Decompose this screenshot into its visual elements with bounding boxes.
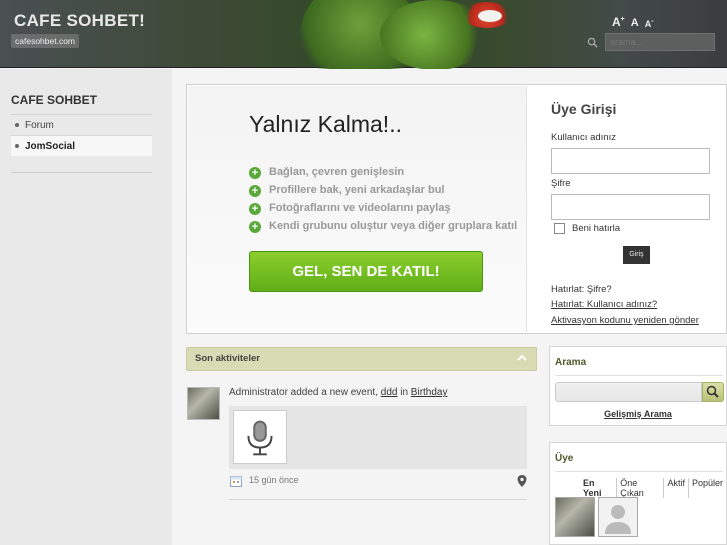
search-icon (706, 385, 719, 398)
calendar-icon (230, 476, 242, 487)
search-module-title: Arama (555, 357, 587, 368)
members-module: Üye En Yeni Öne Çıkan Aktif Popüler (549, 442, 727, 545)
login-button[interactable]: Giriş (623, 246, 650, 264)
font-size-controls: A+ A A- (612, 15, 654, 29)
password-input[interactable] (551, 194, 710, 220)
search-input[interactable] (555, 382, 702, 402)
feature-label: Fotoğraflarını ve videolarını paylaş (269, 202, 451, 214)
font-increase-button[interactable]: A+ (612, 15, 625, 29)
feature-label: Kendi grubunu oluştur veya diğer gruplar… (269, 220, 518, 232)
feature-item: + Kendi grubunu oluştur veya diğer grupla… (249, 220, 524, 233)
bullet-icon (15, 123, 19, 127)
sidebar-item-jomsocial[interactable]: JomSocial (11, 135, 152, 156)
microphone-icon (247, 420, 273, 456)
activity-divider (229, 499, 527, 500)
header-search-input[interactable] (605, 33, 715, 51)
resend-activation-link[interactable]: Aktivasyon kodunu yeniden gönder (551, 315, 699, 326)
main-content: Yalnız Kalma!.. + Bağlan, çevren genişles… (172, 69, 727, 545)
search-icon (587, 37, 598, 48)
sidebar-menu: Forum JomSocial (11, 114, 152, 156)
advanced-search-link[interactable]: Gelişmiş Arama (550, 409, 726, 419)
feature-label: Bağlan, çevren genişlesin (269, 166, 405, 178)
activity-text: Administrator added a new event, ddd in … (229, 387, 447, 398)
avatar[interactable] (187, 387, 220, 420)
feature-label: Profillere bak, yeni arkadaşlar bul (269, 184, 445, 196)
plus-icon: + (249, 221, 261, 233)
search-button[interactable] (702, 382, 724, 402)
activity-time: 15 gün önce (249, 475, 299, 485)
member-avatar[interactable] (598, 497, 638, 537)
plus-icon: + (249, 167, 261, 179)
activity-meta: 15 gün önce (230, 474, 527, 492)
default-avatar-icon (605, 505, 631, 534)
divider (555, 471, 723, 472)
activity-actor[interactable]: Administrator (229, 387, 288, 398)
remember-checkbox[interactable] (554, 223, 565, 234)
font-reset-button[interactable]: A (631, 17, 639, 29)
feature-item: + Fotoğraflarını ve videolarını paylaş (249, 202, 524, 215)
remember-label: Beni hatırla (572, 223, 621, 234)
activity-media (229, 406, 527, 469)
remember-me[interactable]: Beni hatırla (554, 223, 620, 234)
chevron-up-icon[interactable] (516, 352, 528, 364)
feature-item: + Bağlan, çevren genişlesin (249, 166, 524, 179)
remind-username-link[interactable]: Hatırlat: Kullanıcı adınız? (551, 299, 657, 310)
welcome-promo: Yalnız Kalma!.. + Bağlan, çevren genişles… (188, 86, 527, 332)
tab-active[interactable]: Aktif (664, 478, 689, 498)
feature-item: + Profillere bak, yeni arkadaşlar bul (249, 184, 524, 197)
tab-newest[interactable]: En Yeni (580, 478, 618, 498)
password-label: Şifre (551, 178, 571, 189)
activity-header[interactable]: Son aktiviteler (186, 347, 537, 371)
event-thumbnail[interactable] (233, 410, 287, 464)
login-form: Üye Girişi Kullanıcı adınız Şifre Beni h… (551, 101, 726, 326)
join-button[interactable]: GEL, SEN DE KATIL! (249, 251, 483, 292)
member-avatar[interactable] (555, 497, 595, 537)
sidebar-item-label: JomSocial (25, 140, 76, 152)
site-title[interactable]: CAFE SOHBET! (14, 11, 145, 31)
sidebar: CAFE SOHBET Forum JomSocial (0, 69, 172, 545)
sidebar-divider (11, 172, 152, 173)
username-input[interactable] (551, 148, 710, 174)
sidebar-item-label: Forum (25, 119, 54, 131)
bullet-icon (15, 144, 19, 148)
feature-list: + Bağlan, çevren genişlesin + Profillere b… (249, 166, 524, 238)
sidebar-item-forum[interactable]: Forum (11, 114, 152, 135)
remind-password-link[interactable]: Hatırlat: Şifre? (551, 284, 612, 295)
plus-icon: + (249, 185, 261, 197)
divider (555, 375, 723, 376)
tab-popular[interactable]: Popüler (689, 478, 726, 498)
site-url: cafesohbet.com (11, 34, 80, 48)
tab-featured[interactable]: Öne Çıkan (617, 478, 665, 498)
activity-connector: in (397, 387, 411, 398)
activity-title: Son aktiviteler (195, 353, 260, 364)
plus-icon: + (249, 203, 261, 215)
login-title: Üye Girişi (551, 101, 617, 117)
activity-event-link[interactable]: ddd (381, 387, 398, 398)
search-module: Arama Gelişmiş Arama (549, 346, 727, 426)
banner-image-part (478, 10, 502, 22)
font-decrease-button[interactable]: A- (645, 18, 654, 29)
welcome-title: Yalnız Kalma!.. (249, 111, 402, 137)
username-label: Kullanıcı adınız (551, 132, 616, 143)
welcome-panel: Yalnız Kalma!.. + Bağlan, çevren genişles… (186, 84, 727, 334)
members-tabs: En Yeni Öne Çıkan Aktif Popüler (580, 478, 726, 498)
site-header: CAFE SOHBET! cafesohbet.com A+ A A- (0, 0, 727, 90)
members-module-title: Üye (555, 453, 574, 464)
activity-category-link[interactable]: Birthday (411, 387, 448, 398)
activity-action: added a new event, (287, 387, 381, 398)
location-pin-icon[interactable] (517, 475, 527, 487)
sidebar-title: CAFE SOHBET (11, 93, 98, 107)
